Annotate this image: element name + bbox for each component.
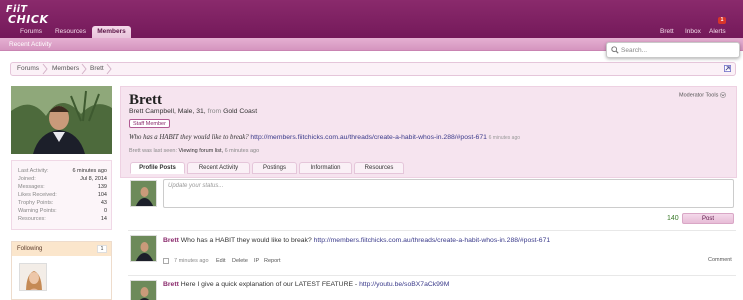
- tab-information[interactable]: Information: [299, 162, 352, 174]
- profile-photo: [11, 86, 112, 154]
- post-button[interactable]: Post: [682, 213, 734, 224]
- following-count: 1: [97, 245, 107, 253]
- post-avatar[interactable]: [130, 280, 157, 300]
- followed-user-photo: [20, 264, 46, 290]
- user-photo-thumb: [131, 181, 156, 206]
- search-input[interactable]: Search...: [606, 42, 740, 58]
- jump-menu-icon[interactable]: [724, 65, 731, 72]
- stat-resources: Resources: 14: [18, 216, 107, 222]
- user-blurb: Brett Campbell, Male, 31, from Gold Coas…: [129, 108, 258, 115]
- breadcrumb: Forums Members Brett: [10, 62, 736, 76]
- post-link[interactable]: http://youtu.be/soBX7aCk99M: [359, 281, 449, 288]
- chevron-right-icon: [106, 63, 112, 75]
- following-header[interactable]: Following 1: [12, 242, 111, 256]
- nav-forums[interactable]: Forums: [13, 25, 49, 38]
- post-author-link[interactable]: Brett: [163, 237, 179, 244]
- tab-postings[interactable]: Postings: [252, 162, 297, 174]
- profile-avatar-large[interactable]: [11, 86, 112, 154]
- nav-alerts[interactable]: Alerts: [709, 25, 726, 38]
- status-time: 6 minutes ago: [488, 135, 521, 141]
- post-edit-link[interactable]: Edit: [216, 257, 225, 266]
- post-author-link[interactable]: Brett: [163, 281, 179, 288]
- post-avatar[interactable]: [130, 235, 157, 262]
- post-report-link[interactable]: Report: [264, 257, 281, 266]
- post-delete-link[interactable]: Delete: [232, 257, 248, 266]
- breadcrumb-brett[interactable]: Brett: [90, 63, 104, 75]
- post-divider: [128, 275, 736, 276]
- breadcrumb-forums[interactable]: Forums: [17, 63, 39, 75]
- status-placeholder: Update your status...: [168, 183, 224, 189]
- profile-post-2: Brett Here I give a quick explanation of…: [163, 281, 450, 288]
- nav-members[interactable]: Members: [92, 26, 131, 38]
- post-comment-link[interactable]: Comment: [708, 257, 732, 263]
- alerts-badge: 1: [718, 17, 726, 24]
- post-meta: 7 minutes ago Edit Delete IP Report: [163, 257, 303, 266]
- followed-user-avatar[interactable]: [19, 263, 47, 291]
- chevron-right-icon: [42, 63, 48, 75]
- composer-avatar[interactable]: [130, 180, 157, 207]
- main-nav: Forums Resources Members Brett Inbox Ale…: [0, 25, 743, 38]
- post-divider: [128, 230, 736, 231]
- chevron-down-icon: [719, 92, 726, 98]
- search-placeholder: Search...: [621, 47, 648, 54]
- following-title: Following: [17, 246, 43, 252]
- site-logo[interactable]: FiiT CHICK: [6, 4, 50, 26]
- user-photo-thumb: [131, 236, 156, 261]
- recent-activity-link[interactable]: Recent Activity: [9, 38, 52, 51]
- post-ip-link[interactable]: IP: [254, 257, 259, 266]
- post-link[interactable]: http://members.fiitchicks.com.au/threads…: [314, 237, 551, 244]
- last-seen-info: Brett was last seen: Viewing forum list,…: [129, 148, 260, 154]
- chevron-right-icon: [81, 63, 87, 75]
- staff-member-badge: Staff Member: [129, 119, 170, 128]
- tab-recent-activity[interactable]: Recent Activity: [187, 162, 250, 174]
- member-stats: Last Activity: 6 minutes ago Joined: Jul 8…: [11, 160, 112, 230]
- tab-resources[interactable]: Resources: [354, 162, 404, 174]
- tab-profile-posts[interactable]: Profile Posts: [130, 162, 185, 174]
- post-select-checkbox[interactable]: [163, 258, 169, 264]
- site-header: FiiT CHICK Forums Resources Members Bret…: [0, 0, 743, 38]
- moderator-tools-menu[interactable]: Moderator Tools: [679, 92, 726, 98]
- post-time[interactable]: 7 minutes ago: [174, 257, 209, 266]
- status-link[interactable]: http://members.fiitchicks.com.au/threads…: [250, 134, 487, 141]
- following-panel: Following 1: [11, 241, 112, 300]
- search-icon: [611, 46, 619, 54]
- breadcrumb-members[interactable]: Members: [52, 63, 79, 75]
- current-status: Who has a HABIT they would like to break…: [129, 134, 521, 141]
- user-photo-thumb: [131, 281, 156, 300]
- last-seen-activity-link[interactable]: Viewing forum list,: [179, 148, 224, 154]
- nav-inbox[interactable]: Inbox: [685, 25, 701, 38]
- user-location-link[interactable]: Gold Coast: [223, 108, 257, 115]
- nav-resources[interactable]: Resources: [51, 25, 90, 38]
- character-counter: 140: [667, 215, 679, 222]
- status-update-field[interactable]: Update your status...: [163, 179, 734, 208]
- profile-post-1: Brett Who has a HABIT they would like to…: [163, 237, 551, 244]
- profile-username: Brett: [129, 92, 163, 108]
- nav-user-brett[interactable]: Brett: [660, 25, 674, 38]
